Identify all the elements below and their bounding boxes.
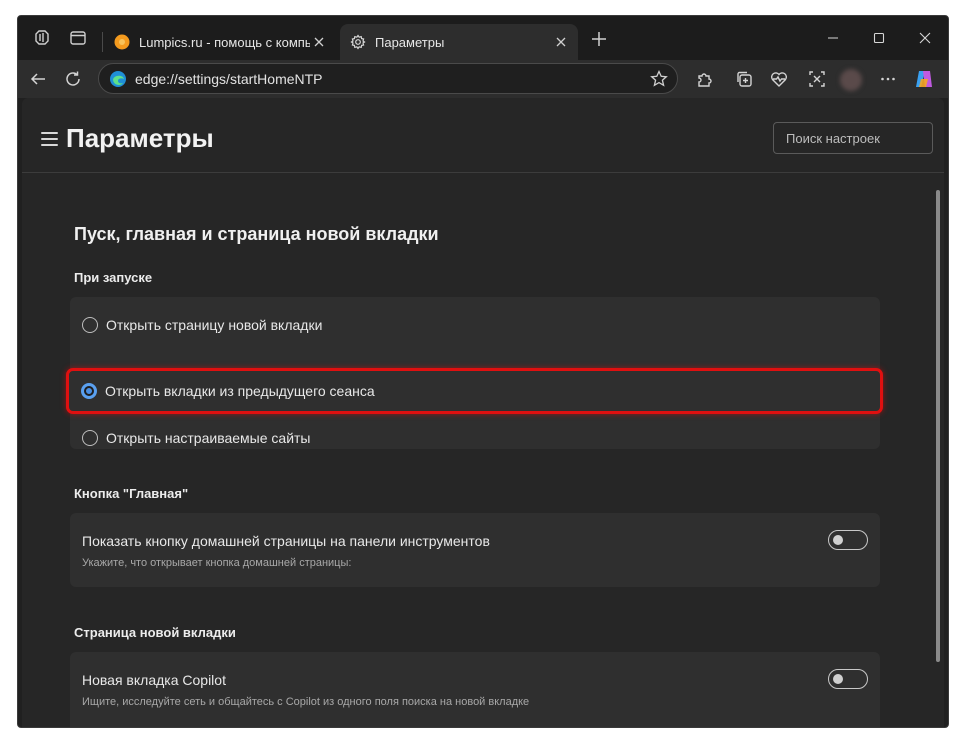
- close-window-icon[interactable]: [912, 26, 938, 50]
- setting-title: Показать кнопку домашней страницы на пан…: [82, 533, 490, 549]
- extensions-icon[interactable]: [692, 67, 716, 91]
- address-bar[interactable]: edge://settings/startHomeNTP: [98, 63, 678, 94]
- favorite-star-icon[interactable]: [649, 69, 669, 89]
- browser-window: Lumpics.ru - помощь с компьютером Параме…: [17, 15, 949, 728]
- lumpics-favicon-icon: [114, 34, 130, 50]
- menu-icon[interactable]: [41, 132, 58, 146]
- setting-description: Ищите, исследуйте сеть и общайтесь с Cop…: [82, 696, 530, 708]
- profile-avatar[interactable]: [840, 69, 862, 91]
- close-icon[interactable]: [552, 33, 570, 51]
- title-bar: Lumpics.ru - помощь с компьютером Параме…: [18, 16, 948, 60]
- option-label: Открыть страницу новой вкладки: [106, 317, 323, 333]
- setting-title: Новая вкладка Copilot: [82, 672, 226, 688]
- copilot-new-tab-toggle[interactable]: [828, 669, 868, 689]
- maximize-icon[interactable]: [866, 26, 892, 50]
- home-button-toggle[interactable]: [828, 530, 868, 550]
- tab-lumpics[interactable]: Lumpics.ru - помощь с компьютером: [104, 24, 336, 60]
- highlighted-option-frame: Открыть вкладки из предыдущего сеанса: [66, 368, 883, 414]
- option-label: Открыть настраиваемые сайты: [106, 430, 311, 446]
- radio-button-selected[interactable]: [81, 383, 97, 399]
- settings-header: Параметры: [22, 98, 944, 173]
- toolbar: edge://settings/startHomeNTP: [18, 60, 948, 98]
- tab-separator: [102, 32, 103, 52]
- new-tab-group-title: Страница новой вкладки: [74, 625, 236, 640]
- startup-option-custom-sites[interactable]: Открыть настраиваемые сайты: [70, 414, 880, 462]
- gear-icon: [350, 34, 366, 50]
- tab-actions-icon[interactable]: [68, 28, 88, 48]
- tab-title: Lumpics.ru - помощь с компьютером: [139, 34, 310, 50]
- startup-group-title: При запуске: [74, 270, 153, 285]
- url-text: edge://settings/startHomeNTP: [135, 70, 323, 87]
- minimize-icon[interactable]: [820, 26, 846, 50]
- settings-page: Параметры Пуск, главная и страница новой…: [22, 98, 944, 727]
- radio-button[interactable]: [82, 430, 98, 446]
- page-title: Параметры: [66, 123, 214, 153]
- setting-description: Укажите, что открывает кнопка домашней с…: [82, 557, 352, 569]
- startup-option-new-tab[interactable]: Открыть страницу новой вкладки: [70, 301, 880, 349]
- refresh-icon[interactable]: [61, 67, 85, 91]
- radio-button[interactable]: [82, 317, 98, 333]
- workspaces-icon[interactable]: [32, 28, 52, 48]
- browser-essentials-icon[interactable]: [767, 67, 791, 91]
- new-tab-card: Новая вкладка Copilot Ищите, исследуйте …: [70, 652, 880, 727]
- new-tab-icon[interactable]: [588, 28, 610, 50]
- tab-title: Параметры: [375, 34, 445, 50]
- copilot-icon[interactable]: [912, 67, 936, 91]
- section-title: Пуск, главная и страница новой вкладки: [74, 224, 439, 244]
- tab-settings[interactable]: Параметры: [340, 24, 578, 60]
- option-label: Открыть вкладки из предыдущего сеанса: [105, 383, 375, 399]
- home-button-group-title: Кнопка "Главная": [74, 486, 189, 501]
- edge-logo-icon: [110, 70, 126, 87]
- back-icon[interactable]: [26, 67, 50, 91]
- scrollbar[interactable]: [936, 190, 940, 662]
- collections-icon[interactable]: [732, 67, 756, 91]
- search-settings-input[interactable]: [773, 122, 933, 154]
- more-options-icon[interactable]: [876, 67, 900, 91]
- startup-option-previous-session[interactable]: Открыть вкладки из предыдущего сеанса: [66, 368, 883, 414]
- close-icon[interactable]: [310, 33, 328, 51]
- screenshot-icon[interactable]: [805, 67, 829, 91]
- home-button-card: Показать кнопку домашней страницы на пан…: [70, 513, 880, 587]
